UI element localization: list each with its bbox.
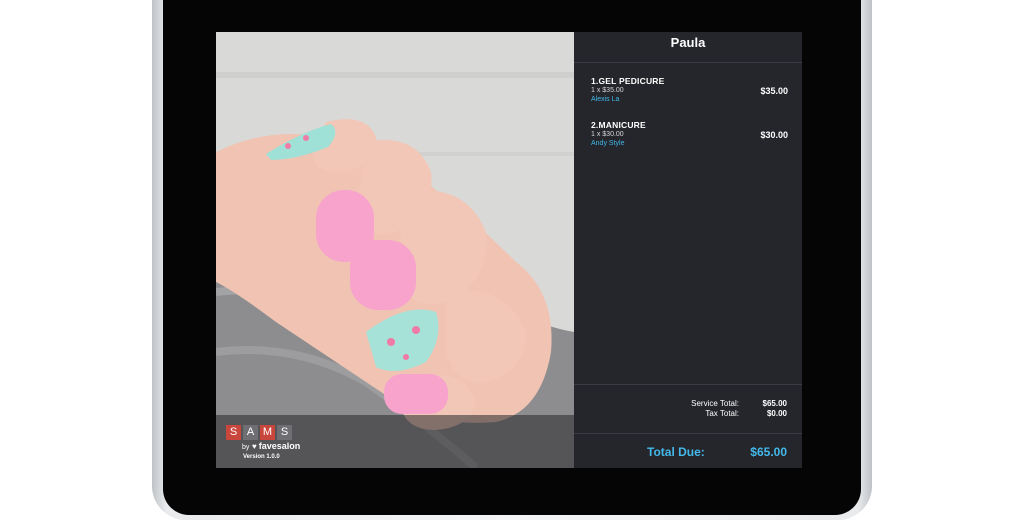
heart-icon: ♥: [252, 442, 257, 451]
item-name: 1.GEL PEDICURE: [591, 76, 665, 86]
item-staff: Andy Style: [591, 140, 625, 147]
logo-letter: A: [243, 425, 258, 440]
partner-name: favesalon: [258, 441, 301, 451]
favesalon-logo: ♥ favesalon: [252, 441, 300, 451]
total-due-value: $65.00: [750, 445, 787, 459]
version-label: Version 1.0.0: [243, 454, 280, 460]
service-total-label: Service Total:: [691, 399, 739, 408]
nail-photo: S A M S by ♥ favesalon Version 1.0.0: [216, 32, 574, 468]
by-label: by: [242, 444, 250, 451]
brand-bar: S A M S by ♥ favesalon Version 1.0.0: [216, 415, 574, 468]
tax-total-row: Tax Total: $0.00: [669, 409, 787, 419]
item-amount: $35.00: [760, 86, 788, 96]
item-qty-price: 1 x $30.00: [591, 131, 624, 138]
logo-letter: M: [260, 425, 275, 440]
total-due: Total Due: $65.00: [574, 434, 802, 468]
logo-letter: S: [277, 425, 292, 440]
total-due-label: Total Due:: [647, 445, 705, 459]
divider: [574, 384, 802, 385]
logo-letter: S: [226, 425, 241, 440]
item-name: 2.MANICURE: [591, 120, 646, 130]
tax-total-value: $0.00: [766, 409, 787, 418]
service-total-value: $65.00: [762, 399, 787, 408]
customer-name: Paula: [670, 35, 706, 50]
divider: [574, 62, 802, 63]
item-amount: $30.00: [760, 130, 788, 140]
sams-logo: S A M S: [226, 425, 292, 440]
line-item[interactable]: 1.GEL PEDICURE 1 x $35.00 Alexis La $35.…: [591, 76, 788, 103]
item-qty-price: 1 x $35.00: [591, 87, 624, 94]
receipt-panel: Paula 1.GEL PEDICURE 1 x $35.00 Alexis L…: [574, 32, 802, 468]
tax-total-label: Tax Total:: [705, 409, 739, 418]
totals-block: Service Total: $65.00 Tax Total: $0.00: [669, 399, 787, 419]
item-staff: Alexis La: [591, 96, 620, 103]
pos-screen: S A M S by ♥ favesalon Version 1.0.0 Paul…: [216, 32, 802, 468]
line-item[interactable]: 2.MANICURE 1 x $30.00 Andy Style $30.00: [591, 120, 788, 147]
service-total-row: Service Total: $65.00: [669, 399, 787, 409]
